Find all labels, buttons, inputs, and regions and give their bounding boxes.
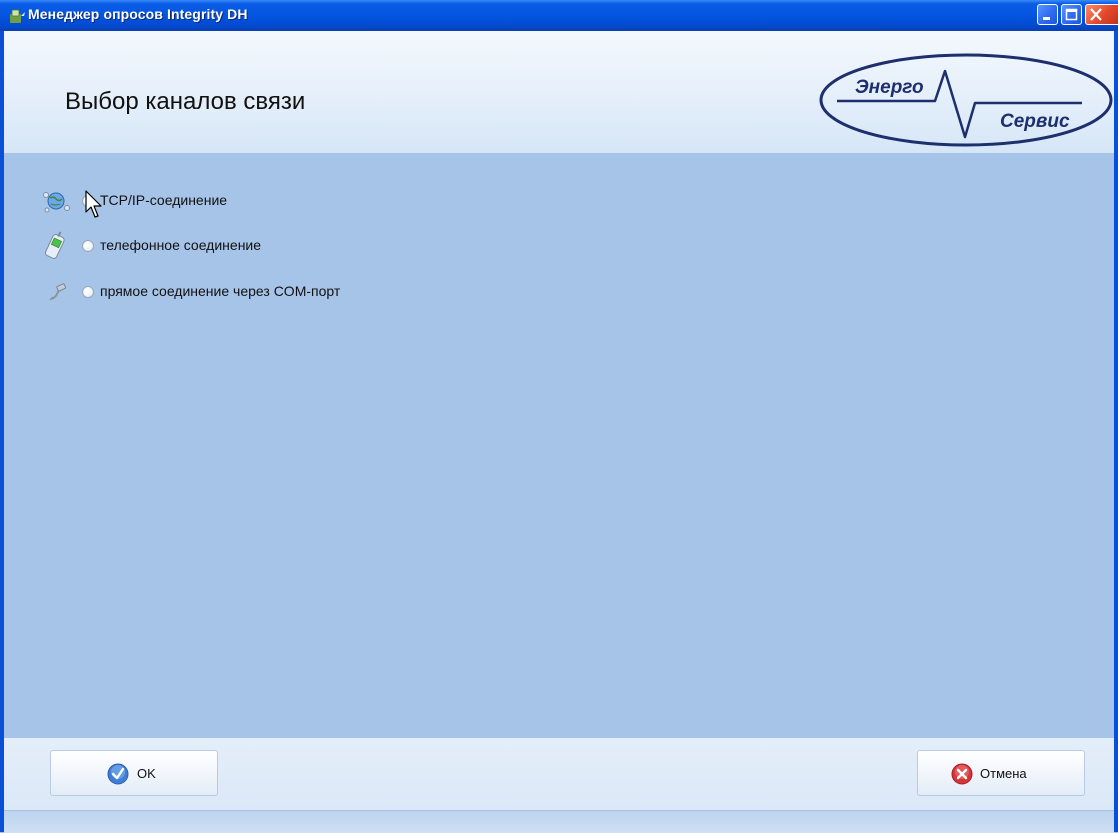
- window-titlebar[interactable]: Менеджер опросов Integrity DH: [0, 0, 1118, 31]
- status-bar: [4, 810, 1114, 833]
- minimize-icon: [1043, 17, 1050, 20]
- network-globe-icon: [43, 192, 70, 213]
- radio-com-port[interactable]: [82, 286, 94, 298]
- app-icon: [10, 9, 25, 23]
- com-port-plug-icon: [49, 283, 67, 301]
- cancel-button-label: Отмена: [980, 766, 1027, 781]
- cancel-button[interactable]: Отмена: [917, 750, 1085, 796]
- minimize-button[interactable]: [1037, 4, 1058, 25]
- mouse-cursor-icon: [85, 190, 102, 218]
- mobile-phone-icon: [44, 231, 65, 259]
- checkmark-icon: [107, 763, 129, 785]
- maximize-button[interactable]: [1061, 4, 1082, 25]
- wizard-footer: OK Отмена: [4, 738, 1114, 810]
- energoservis-logo: Энерго Сервис: [819, 53, 1113, 147]
- window-frame-right: [1114, 31, 1118, 832]
- cancel-x-icon: [951, 763, 973, 785]
- option-com-port-label: прямое соединение через COM-порт: [100, 283, 341, 299]
- logo-top-text: Энерго: [855, 77, 924, 98]
- option-tcpip-label: TCP/IP-соединение: [100, 192, 228, 208]
- close-button[interactable]: [1085, 4, 1118, 25]
- wizard-header: Выбор каналов связи Энерго Сервис: [4, 31, 1114, 153]
- maximize-icon: [1065, 8, 1078, 21]
- option-phone-label: телефонное соединение: [100, 237, 262, 253]
- window-title: Менеджер опросов Integrity DH: [28, 6, 248, 22]
- page-title: Выбор каналов связи: [65, 88, 306, 115]
- close-icon: [1090, 8, 1102, 21]
- ok-button[interactable]: OK: [50, 750, 218, 796]
- radio-phone[interactable]: [82, 240, 94, 252]
- ok-button-label: OK: [137, 766, 156, 781]
- logo-bottom-text: Сервис: [1000, 111, 1070, 132]
